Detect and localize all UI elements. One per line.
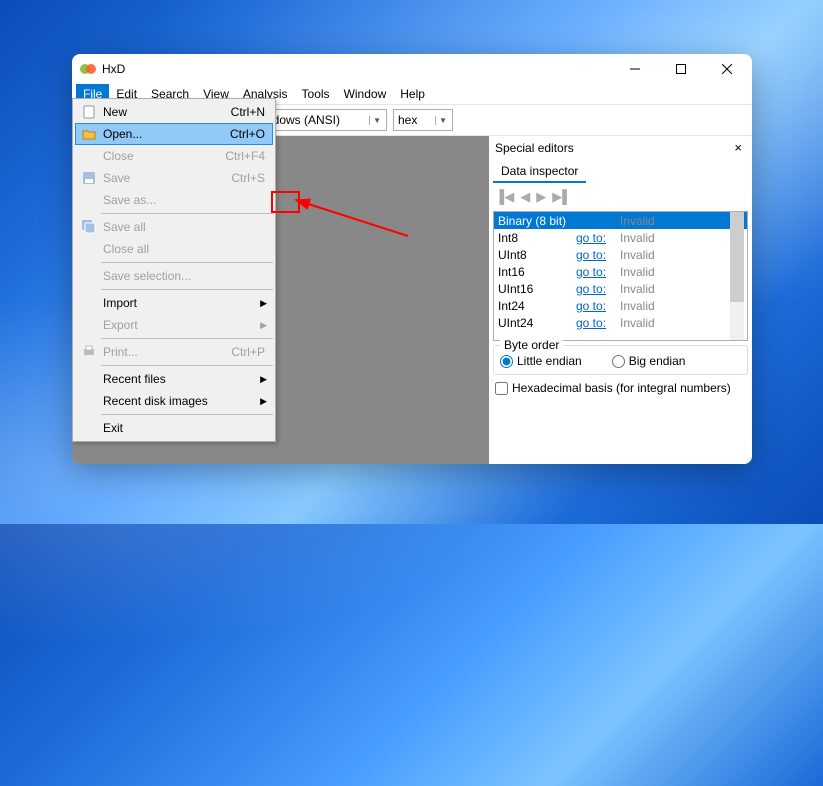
- menu-item-label: Import: [99, 296, 260, 310]
- menu-item-label: Recent files: [99, 372, 260, 386]
- save-icon: [79, 171, 99, 185]
- tab-data-inspector[interactable]: Data inspector: [493, 161, 586, 183]
- goto-link: go to:: [576, 316, 606, 330]
- table-row[interactable]: UInt16go to:Invalid: [494, 280, 747, 297]
- menu-item-recent-disk-images[interactable]: Recent disk images▶: [75, 390, 273, 412]
- menu-item-exit[interactable]: Exit: [75, 417, 273, 439]
- menu-item-label: Print...: [99, 345, 231, 359]
- goto-link: go to:: [576, 248, 606, 262]
- maximize-button[interactable]: [658, 54, 704, 84]
- scrollbar[interactable]: [730, 212, 744, 340]
- menu-item-label: Save selection...: [99, 269, 269, 283]
- table-row[interactable]: UInt8go to:Invalid: [494, 246, 747, 263]
- menu-item-recent-files[interactable]: Recent files▶: [75, 368, 273, 390]
- file-menu-popup: NewCtrl+NOpen...Ctrl+OCloseCtrl+F4SaveCt…: [72, 98, 276, 442]
- window-title: HxD: [102, 62, 612, 76]
- menu-item-label: Close: [99, 149, 225, 163]
- menu-item-open-[interactable]: Open...Ctrl+O: [75, 123, 273, 145]
- submenu-arrow-icon: ▶: [260, 298, 269, 309]
- menu-item-close-all: Close all: [75, 238, 273, 260]
- table-row[interactable]: Binary (8 bit)Invalid: [494, 212, 747, 229]
- panel-close-icon[interactable]: ×: [730, 140, 746, 155]
- menu-item-label: Close all: [99, 242, 269, 256]
- special-editors-panel: Special editors × Data inspector ▐◀ ◀ ▶ …: [489, 136, 752, 464]
- nav-buttons: ▐◀ ◀ ▶ ▶▌: [489, 183, 752, 211]
- new-icon: [79, 105, 99, 119]
- menu-item-close: CloseCtrl+F4: [75, 145, 273, 167]
- table-row[interactable]: Int24go to:Invalid: [494, 297, 747, 314]
- menu-item-new[interactable]: NewCtrl+N: [75, 101, 273, 123]
- goto-link: go to:: [576, 231, 606, 245]
- table-row[interactable]: Int8go to:Invalid: [494, 229, 747, 246]
- goto-link: go to:: [576, 265, 606, 279]
- menu-item-label: Save: [99, 171, 231, 185]
- menu-item-save-as-: Save as...: [75, 189, 273, 211]
- base-combo[interactable]: hex▼: [393, 109, 453, 131]
- submenu-arrow-icon: ▶: [260, 396, 269, 407]
- table-row[interactable]: Int16go to:Invalid: [494, 263, 747, 280]
- menu-item-print-: Print...Ctrl+P: [75, 341, 273, 363]
- inspector-table: Binary (8 bit)InvalidInt8go to:InvalidUI…: [493, 211, 748, 341]
- titlebar: HxD: [72, 54, 752, 84]
- goto-link: go to:: [576, 282, 606, 296]
- nav-next-icon[interactable]: ▶: [536, 189, 546, 205]
- menu-item-save: SaveCtrl+S: [75, 167, 273, 189]
- menu-item-label: New: [99, 105, 231, 119]
- menu-item-label: Recent disk images: [99, 394, 260, 408]
- menu-item-save-selection-: Save selection...: [75, 265, 273, 287]
- close-button[interactable]: [704, 54, 750, 84]
- app-icon: [80, 61, 96, 77]
- menu-item-label: Open...: [99, 127, 230, 141]
- byte-order-group: Byte order Little endian Big endian: [493, 345, 748, 375]
- menu-item-import[interactable]: Import▶: [75, 292, 273, 314]
- menu-item-label: Save all: [99, 220, 269, 234]
- menu-item-export: Export▶: [75, 314, 273, 336]
- radio-little-endian[interactable]: Little endian: [500, 354, 582, 368]
- main-window: HxD FileEditSearchViewAnalysisToolsWindo…: [72, 54, 752, 464]
- menu-tools[interactable]: Tools: [295, 84, 337, 104]
- menu-item-label: Save as...: [99, 193, 269, 207]
- menu-item-label: Exit: [99, 421, 269, 435]
- saveall-icon: [79, 220, 99, 234]
- print-icon: [79, 345, 99, 359]
- submenu-arrow-icon: ▶: [260, 320, 269, 331]
- nav-first-icon[interactable]: ▐◀: [495, 189, 514, 205]
- goto-link: go to:: [576, 299, 606, 313]
- submenu-arrow-icon: ▶: [260, 374, 269, 385]
- open-icon: [79, 127, 99, 141]
- menu-help[interactable]: Help: [393, 84, 432, 104]
- menu-item-label: Export: [99, 318, 260, 332]
- nav-last-icon[interactable]: ▶▌: [552, 189, 571, 205]
- menu-item-save-all: Save all: [75, 216, 273, 238]
- table-row[interactable]: UInt24go to:Invalid: [494, 314, 747, 331]
- minimize-button[interactable]: [612, 54, 658, 84]
- hex-basis-checkbox[interactable]: Hexadecimal basis (for integral numbers): [495, 381, 746, 395]
- menu-window[interactable]: Window: [337, 84, 394, 104]
- nav-prev-icon[interactable]: ◀: [520, 189, 530, 205]
- radio-big-endian[interactable]: Big endian: [612, 354, 686, 368]
- panel-title: Special editors: [495, 141, 574, 155]
